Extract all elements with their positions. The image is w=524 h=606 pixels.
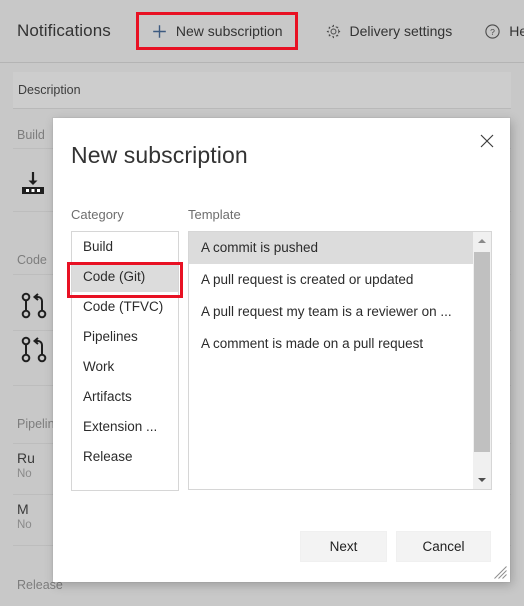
category-item-release[interactable]: Release (72, 442, 178, 472)
chevron-up-icon[interactable] (473, 232, 491, 250)
chevron-down-icon[interactable] (473, 471, 491, 489)
help-button[interactable]: ? Help (475, 14, 524, 48)
list-item-subtitle: No (17, 468, 32, 480)
page-title: Notifications (17, 21, 111, 40)
cancel-button[interactable]: Cancel (396, 531, 491, 562)
new-subscription-button[interactable]: New subscription (135, 12, 298, 50)
template-items: A commit is pushed A pull request is cre… (189, 232, 473, 489)
scroll-up-triangle (478, 239, 486, 243)
category-item-artifacts[interactable]: Artifacts (72, 382, 178, 412)
template-item-pr-created-updated[interactable]: A pull request is created or updated (189, 264, 473, 296)
template-item-commit-pushed[interactable]: A commit is pushed (189, 232, 473, 264)
category-item-code-tfvc[interactable]: Code (TFVC) (72, 292, 178, 322)
list-item[interactable]: Ru No (17, 450, 35, 480)
template-column-label: Template (188, 207, 241, 222)
category-item-extension[interactable]: Extension ... (72, 412, 178, 442)
question-circle-icon: ? (484, 23, 501, 40)
category-item-code-git[interactable]: Code (Git) (72, 262, 178, 292)
template-listbox[interactable]: A commit is pushed A pull request is cre… (188, 231, 492, 490)
dialog-title: New subscription (71, 142, 248, 168)
new-subscription-label: New subscription (175, 23, 283, 39)
gear-icon (325, 23, 342, 40)
close-icon[interactable] (472, 126, 502, 156)
list-item-subtitle: No (17, 519, 32, 531)
delivery-settings-button[interactable]: Delivery settings (316, 14, 462, 48)
resize-grip-icon[interactable] (494, 566, 507, 579)
delivery-settings-label: Delivery settings (349, 23, 453, 39)
plus-icon (151, 23, 168, 40)
template-item-comment-on-pr[interactable]: A comment is made on a pull request (189, 328, 473, 360)
description-header-label: Description (18, 83, 81, 97)
category-item-build[interactable]: Build (72, 232, 178, 262)
svg-text:?: ? (490, 27, 495, 37)
scrollbar-thumb[interactable] (474, 252, 490, 452)
pull-request-icon (18, 334, 50, 371)
list-item-title: M (17, 501, 29, 517)
page-toolbar: Notifications New subscription Delivery … (0, 0, 524, 63)
list-item-title: Ru (17, 450, 35, 466)
section-label-code: Code (17, 253, 47, 267)
category-item-pipelines[interactable]: Pipelines (72, 322, 178, 352)
template-scrollbar[interactable] (473, 232, 491, 489)
category-listbox[interactable]: Build Code (Git) Code (TFVC) Pipelines W… (71, 231, 179, 491)
list-item[interactable]: M No (17, 501, 32, 531)
build-completed-icon (18, 168, 48, 203)
description-column-header: Description (13, 72, 511, 109)
section-label-build: Build (17, 128, 45, 142)
category-column-label: Category (71, 207, 124, 222)
category-item-work[interactable]: Work (72, 352, 178, 382)
help-label: Help (509, 23, 524, 39)
pull-request-icon (18, 290, 50, 327)
scroll-down-triangle (478, 478, 486, 482)
next-button[interactable]: Next (300, 531, 387, 562)
new-subscription-dialog: New subscription Category Template Build… (53, 118, 510, 582)
template-item-pr-team-reviewer[interactable]: A pull request my team is a reviewer on … (189, 296, 473, 328)
